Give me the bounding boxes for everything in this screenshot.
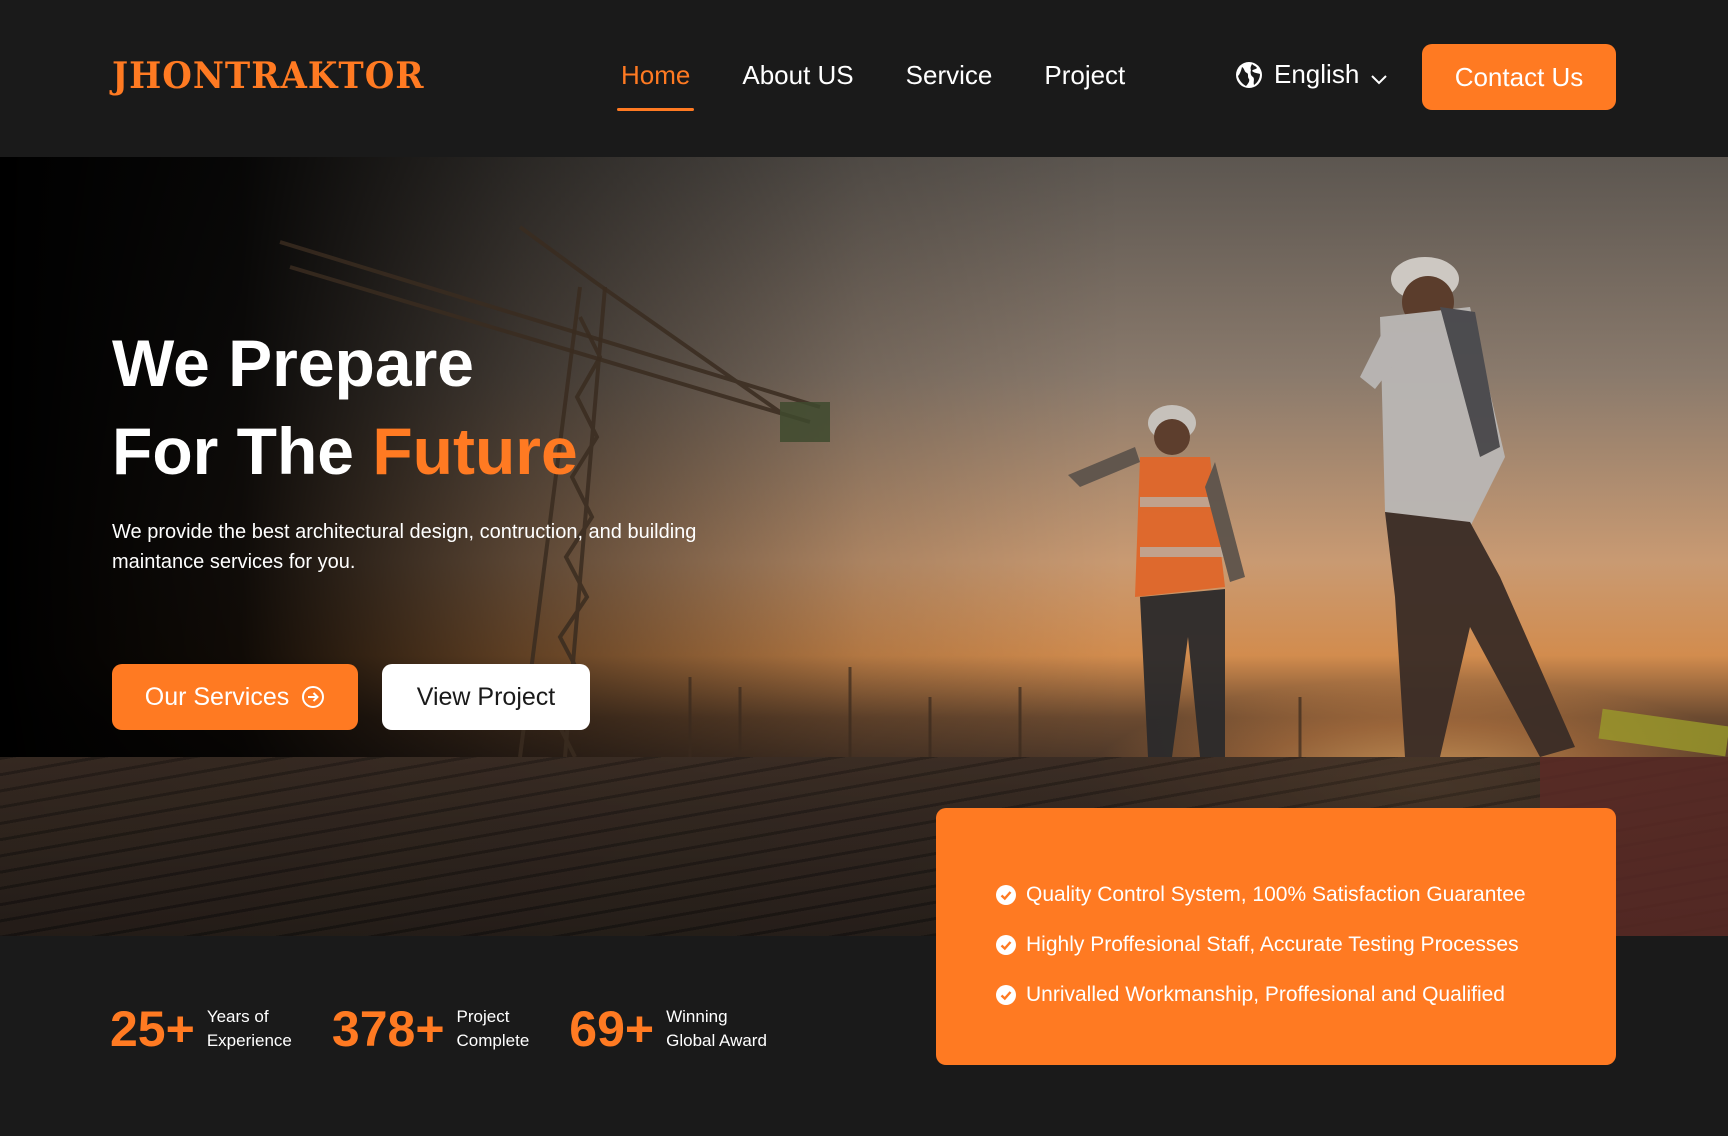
hero-title-accent: Future — [372, 414, 578, 488]
our-services-button[interactable]: Our Services — [112, 664, 358, 730]
feature-text: Highly Proffesional Staff, Accurate Test… — [1026, 933, 1519, 956]
chevron-down-icon — [1369, 65, 1389, 85]
globe-icon — [1234, 60, 1264, 90]
site-header: JHONTRAKTOR Home About US Service Projec… — [0, 0, 1728, 157]
worker-figure — [1068, 405, 1245, 757]
view-project-button[interactable]: View Project — [382, 664, 590, 730]
feature-text: Quality Control System, 100% Satisfactio… — [1026, 883, 1526, 906]
arrow-right-circle-icon — [301, 685, 325, 709]
language-selector[interactable]: English — [1234, 59, 1389, 90]
stat-value: 25+ — [110, 1001, 195, 1057]
check-circle-icon — [996, 935, 1016, 955]
stat-value: 378+ — [331, 1001, 445, 1057]
nav-item-home[interactable]: Home — [617, 58, 695, 111]
check-circle-icon — [996, 985, 1016, 1005]
feature-item: Highly Proffesional Staff, Accurate Test… — [996, 920, 1616, 970]
nav-item-about[interactable]: About US — [738, 58, 857, 91]
brand-logo[interactable]: JHONTRAKTOR — [112, 54, 425, 97]
stat-label: Years of Experience — [206, 1007, 292, 1050]
stat-years: 25+ Years of Experience — [110, 1000, 292, 1058]
stats-bar: 25+ Years of Experience 378+ Project Compl… — [110, 1000, 807, 1058]
nav-item-service[interactable]: Service — [902, 58, 997, 91]
hero-title: We Prepare For The Future — [112, 319, 578, 495]
our-services-label: Our Services — [144, 682, 290, 711]
feature-item: Quality Control System, 100% Satisfactio… — [996, 870, 1616, 920]
hero-description: We provide the best architectural design… — [112, 521, 697, 573]
stat-awards: 69+ Winning Global Award — [569, 1000, 767, 1058]
stat-label: Project Complete — [456, 1007, 530, 1050]
nav-item-project[interactable]: Project — [1040, 58, 1129, 91]
contact-us-button[interactable]: Contact Us — [1422, 44, 1616, 110]
hero-title-line2-prefix: For The — [112, 414, 373, 488]
stat-projects: 378+ Project Complete — [332, 1000, 529, 1058]
check-circle-icon — [996, 885, 1016, 905]
feature-item: Unrivalled Workmanship, Proffesional and… — [996, 970, 1616, 1020]
stat-label: Winning Global Award — [666, 1007, 767, 1050]
main-nav: Home About US Service Project — [617, 58, 1129, 111]
language-label: English — [1274, 59, 1360, 89]
features-card: Quality Control System, 100% Satisfactio… — [936, 808, 1616, 1065]
worker-figure — [1360, 257, 1575, 757]
feature-text: Unrivalled Workmanship, Proffesional and… — [1026, 983, 1505, 1006]
hero-title-line1: We Prepare — [112, 326, 474, 400]
stat-value: 69+ — [569, 1001, 655, 1057]
